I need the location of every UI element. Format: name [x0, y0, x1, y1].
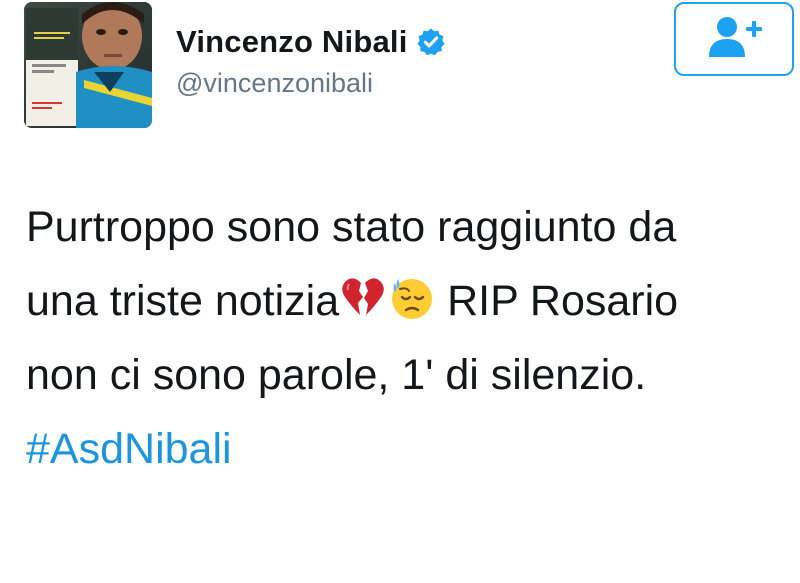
- avatar-image: [24, 2, 152, 128]
- user-handle[interactable]: @vincenzonibali: [176, 68, 373, 99]
- tweet-text: Purtroppo sono stato raggiunto da una tr…: [26, 190, 796, 486]
- tweet-line-2-rest: RIP Rosario: [435, 277, 679, 325]
- tweet-line-3: non ci sono parole, 1' di silenzio.: [26, 351, 647, 399]
- add-user-icon: [705, 15, 763, 64]
- avatar[interactable]: [24, 2, 152, 128]
- verified-badge-icon: [416, 27, 446, 57]
- display-name-row: Vincenzo Nibali: [176, 22, 446, 62]
- follow-button[interactable]: [674, 2, 794, 76]
- broken-heart-emoji-icon: [339, 270, 387, 318]
- tweet-line-2-text: una triste notizia: [26, 277, 340, 325]
- downcast-face-with-sweat-emoji-icon: [387, 270, 435, 319]
- tweet-line-1: Purtroppo sono stato raggiunto da: [26, 203, 677, 251]
- tweet-line-2: una triste notizia RIP Rosario: [26, 264, 796, 338]
- tweet-line-4: #AsdNibali: [26, 412, 796, 486]
- display-name[interactable]: Vincenzo Nibali: [176, 24, 408, 60]
- tweet-header: Vincenzo Nibali @vincenzonibali: [0, 0, 800, 135]
- hashtag-link[interactable]: #AsdNibali: [26, 425, 232, 473]
